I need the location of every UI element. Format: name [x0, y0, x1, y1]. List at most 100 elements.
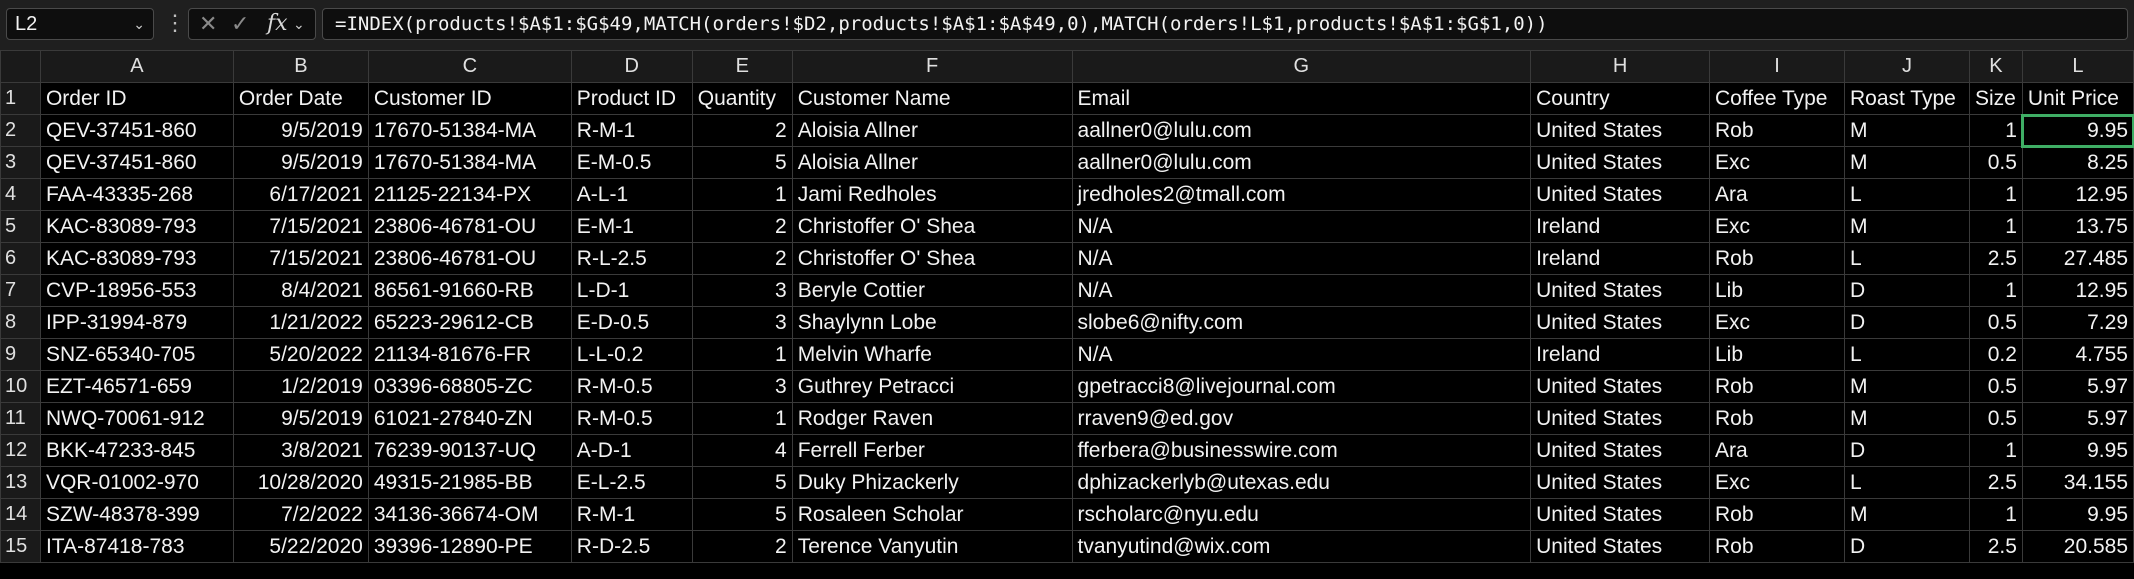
cell-k8[interactable]: 0.5: [1968, 306, 2023, 339]
cell-c14[interactable]: 34136-36674-OM: [367, 498, 572, 531]
cell-d8[interactable]: E-D-0.5: [570, 306, 693, 339]
cell-l3[interactable]: 8.25: [2021, 146, 2134, 179]
column-header-c[interactable]: C: [367, 50, 572, 83]
cell-k4[interactable]: 1: [1968, 178, 2023, 211]
cell-k6[interactable]: 2.5: [1968, 242, 2023, 275]
cell-h1[interactable]: Country: [1530, 82, 1710, 115]
cell-g13[interactable]: dphizackerlyb@utexas.edu: [1071, 466, 1532, 499]
cell-e13[interactable]: 5: [691, 466, 793, 499]
cell-d3[interactable]: E-M-0.5: [570, 146, 693, 179]
cell-f4[interactable]: Jami Redholes: [791, 178, 1073, 211]
column-header-i[interactable]: I: [1709, 50, 1845, 83]
cell-j10[interactable]: M: [1843, 370, 1970, 403]
row-header[interactable]: 14: [0, 498, 41, 531]
column-header-e[interactable]: E: [691, 50, 793, 83]
formula-input[interactable]: =INDEX(products!$A$1:$G$49,MATCH(orders!…: [322, 8, 2128, 40]
cell-c9[interactable]: 21134-81676-FR: [367, 338, 572, 371]
cell-b4[interactable]: 6/17/2021: [232, 178, 369, 211]
cell-a15[interactable]: ITA-87418-783: [39, 530, 234, 563]
cell-g4[interactable]: jredholes2@tmall.com: [1071, 178, 1532, 211]
cell-l12[interactable]: 9.95: [2021, 434, 2134, 467]
cell-c10[interactable]: 03396-68805-ZC: [367, 370, 572, 403]
cell-b5[interactable]: 7/15/2021: [232, 210, 369, 243]
cell-j15[interactable]: D: [1843, 530, 1970, 563]
cell-f6[interactable]: Christoffer O' Shea: [791, 242, 1073, 275]
cell-j11[interactable]: M: [1843, 402, 1970, 435]
cell-e8[interactable]: 3: [691, 306, 793, 339]
cell-g9[interactable]: N/A: [1071, 338, 1532, 371]
cell-b2[interactable]: 9/5/2019: [232, 114, 369, 147]
cell-a3[interactable]: QEV-37451-860: [39, 146, 234, 179]
cell-b13[interactable]: 10/28/2020: [232, 466, 369, 499]
cell-l10[interactable]: 5.97: [2021, 370, 2134, 403]
row-header[interactable]: 3: [0, 146, 41, 179]
cell-c6[interactable]: 23806-46781-OU: [367, 242, 572, 275]
column-header-f[interactable]: F: [791, 50, 1073, 83]
cell-f9[interactable]: Melvin Wharfe: [791, 338, 1073, 371]
insert-function-icon[interactable]: fx: [267, 9, 288, 39]
cell-f14[interactable]: Rosaleen Scholar: [791, 498, 1073, 531]
cell-b7[interactable]: 8/4/2021: [232, 274, 369, 307]
cell-b1[interactable]: Order Date: [232, 82, 369, 115]
cell-b8[interactable]: 1/21/2022: [232, 306, 369, 339]
cell-e6[interactable]: 2: [691, 242, 793, 275]
cell-f11[interactable]: Rodger Raven: [791, 402, 1073, 435]
cell-f8[interactable]: Shaylynn Lobe: [791, 306, 1073, 339]
cell-k1[interactable]: Size: [1968, 82, 2023, 115]
row-header[interactable]: 15: [0, 530, 41, 563]
cell-c7[interactable]: 86561-91660-RB: [367, 274, 572, 307]
cell-h4[interactable]: United States: [1530, 178, 1710, 211]
cell-c12[interactable]: 76239-90137-UQ: [367, 434, 572, 467]
cell-d9[interactable]: L-L-0.2: [570, 338, 693, 371]
cell-i7[interactable]: Lib: [1709, 274, 1845, 307]
cell-f15[interactable]: Terence Vanyutin: [791, 530, 1073, 563]
cell-k12[interactable]: 1: [1968, 434, 2023, 467]
cell-d14[interactable]: R-M-1: [570, 498, 693, 531]
cell-l1[interactable]: Unit Price: [2021, 82, 2134, 115]
cell-g7[interactable]: N/A: [1071, 274, 1532, 307]
cell-i9[interactable]: Lib: [1709, 338, 1845, 371]
cell-h9[interactable]: Ireland: [1530, 338, 1710, 371]
cell-a6[interactable]: KAC-83089-793: [39, 242, 234, 275]
cell-e11[interactable]: 1: [691, 402, 793, 435]
cell-h2[interactable]: United States: [1530, 114, 1710, 147]
cell-e9[interactable]: 1: [691, 338, 793, 371]
cell-j3[interactable]: M: [1843, 146, 1970, 179]
cell-e5[interactable]: 2: [691, 210, 793, 243]
cell-j13[interactable]: L: [1843, 466, 1970, 499]
column-header-g[interactable]: G: [1071, 50, 1532, 83]
cell-g2[interactable]: aallner0@lulu.com: [1071, 114, 1532, 147]
cell-f10[interactable]: Guthrey Petracci: [791, 370, 1073, 403]
cell-a7[interactable]: CVP-18956-553: [39, 274, 234, 307]
name-box[interactable]: L2 ⌄: [6, 8, 154, 40]
cell-j12[interactable]: D: [1843, 434, 1970, 467]
cancel-icon[interactable]: ✕: [199, 9, 217, 39]
row-header[interactable]: 12: [0, 434, 41, 467]
cell-i6[interactable]: Rob: [1709, 242, 1845, 275]
cell-l13[interactable]: 34.155: [2021, 466, 2134, 499]
row-header[interactable]: 8: [0, 306, 41, 339]
row-header[interactable]: 7: [0, 274, 41, 307]
cell-e7[interactable]: 3: [691, 274, 793, 307]
column-header-d[interactable]: D: [570, 50, 693, 83]
cell-i15[interactable]: Rob: [1709, 530, 1845, 563]
cell-h8[interactable]: United States: [1530, 306, 1710, 339]
cell-k9[interactable]: 0.2: [1968, 338, 2023, 371]
cell-k10[interactable]: 0.5: [1968, 370, 2023, 403]
row-header[interactable]: 4: [0, 178, 41, 211]
cell-f13[interactable]: Duky Phizackerly: [791, 466, 1073, 499]
cell-l6[interactable]: 27.485: [2021, 242, 2134, 275]
cell-i14[interactable]: Rob: [1709, 498, 1845, 531]
cell-k11[interactable]: 0.5: [1968, 402, 2023, 435]
checkmark-icon[interactable]: ✓: [231, 9, 249, 39]
cell-i2[interactable]: Rob: [1709, 114, 1845, 147]
row-header[interactable]: 9: [0, 338, 41, 371]
cell-a14[interactable]: SZW-48378-399: [39, 498, 234, 531]
cell-b6[interactable]: 7/15/2021: [232, 242, 369, 275]
cell-j1[interactable]: Roast Type: [1843, 82, 1970, 115]
cell-f12[interactable]: Ferrell Ferber: [791, 434, 1073, 467]
cell-g6[interactable]: N/A: [1071, 242, 1532, 275]
cell-c13[interactable]: 49315-21985-BB: [367, 466, 572, 499]
cell-f7[interactable]: Beryle Cottier: [791, 274, 1073, 307]
cell-a2[interactable]: QEV-37451-860: [39, 114, 234, 147]
